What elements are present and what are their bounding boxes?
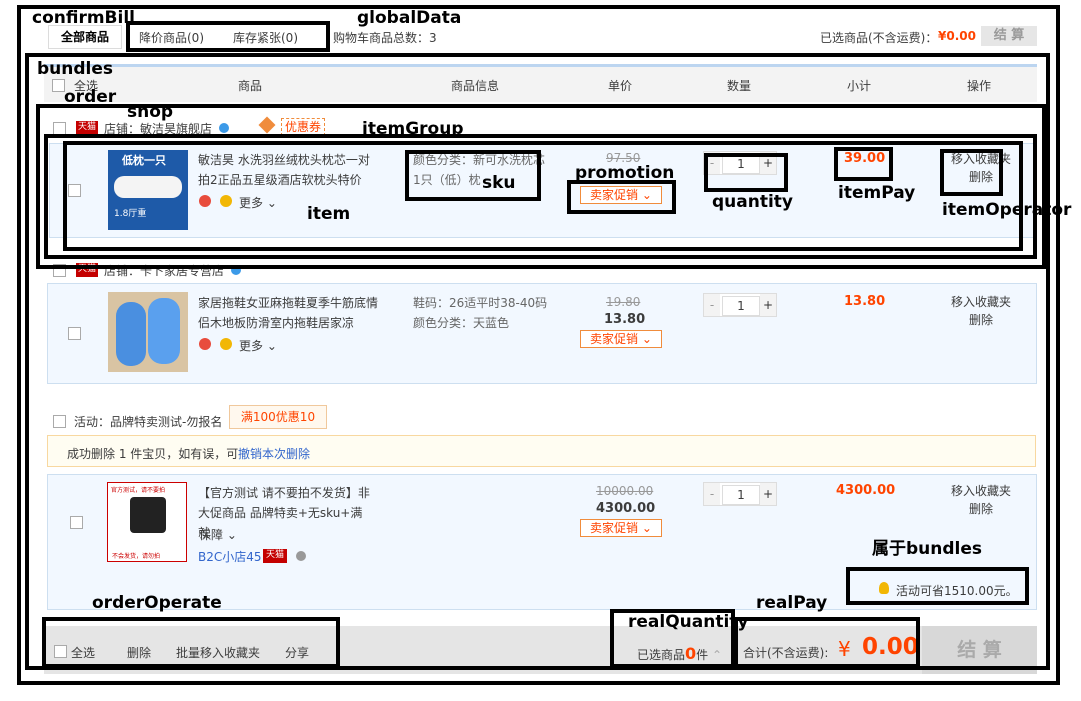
label-realpay: realPay	[756, 593, 828, 613]
label-itemoperator: itemOperator	[942, 200, 1072, 220]
itemoperator-frame	[940, 149, 1003, 196]
globaldata-frame	[126, 21, 330, 52]
label-itemgroup: itemGroup	[362, 119, 464, 139]
bundles-note-frame	[846, 567, 1029, 605]
label-itempay: itemPay	[838, 183, 916, 203]
label-order: order	[64, 87, 117, 107]
label-sku: sku	[482, 173, 516, 193]
label-realquantity: realQuantity	[628, 612, 749, 632]
label-confirmbill: confirmBill	[32, 8, 135, 28]
label-bundles: bundles	[37, 59, 114, 79]
realpay-frame	[734, 617, 920, 668]
label-orderoperate: orderOperate	[92, 593, 222, 613]
itempay-frame	[834, 147, 893, 181]
promotion-frame	[567, 180, 676, 214]
quantity-frame	[704, 153, 788, 192]
label-shop: shop	[127, 102, 174, 122]
label-bundles-note: 属于bundles	[872, 539, 983, 559]
label-quantity: quantity	[712, 192, 794, 212]
orderoperate-frame	[42, 617, 340, 668]
label-promotion: promotion	[575, 163, 675, 183]
label-globaldata: globalData	[357, 8, 462, 28]
label-item: item	[307, 204, 351, 224]
sku-frame	[405, 150, 541, 201]
